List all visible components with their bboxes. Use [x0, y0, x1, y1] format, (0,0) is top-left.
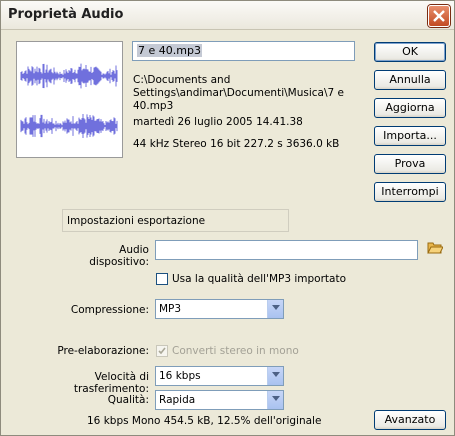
test-button[interactable]: Prova [374, 154, 446, 174]
bitrate-label: Velocità di trasferimento: [73, 371, 149, 395]
waveform-graphic [20, 63, 118, 138]
chevron-down-icon[interactable] [267, 391, 283, 409]
export-settings-header: Impostazioni esportazione [62, 209, 289, 232]
device-sound-input[interactable] [155, 240, 418, 260]
ok-button[interactable]: OK [374, 42, 446, 62]
stop-button[interactable]: Interrompi [374, 182, 446, 202]
folder-icon[interactable] [427, 240, 444, 257]
use-mp3-quality-checkbox[interactable] [156, 273, 168, 285]
convert-mono-label: Converti stereo in mono [172, 345, 299, 357]
update-button[interactable]: Aggiorna [374, 98, 446, 118]
bitrate-value: 16 kbps [159, 370, 201, 382]
convert-mono-checkbox[interactable] [156, 345, 168, 357]
filename-text: 7 e 40.mp3 [137, 44, 202, 57]
bitrate-select[interactable]: 16 kbps [155, 366, 284, 386]
file-path-line1: C:\Documents and [133, 74, 231, 86]
preprocess-label: Pre-elaborazione: [57, 345, 149, 357]
quality-value: Rapida [159, 394, 196, 406]
audio-properties-dialog: Proprietà Audio 7 e 40.mp3 C:\Documents … [0, 0, 455, 436]
compression-label: Compressione: [70, 304, 149, 316]
file-path-line2: Settings\andimar\Documenti\Musica\7 e [133, 87, 344, 99]
checkmark-icon [158, 347, 166, 355]
chevron-down-icon[interactable] [267, 300, 283, 318]
close-button[interactable] [428, 5, 450, 27]
title-bar[interactable]: Proprietà Audio [1, 1, 454, 30]
export-summary: 16 kbps Mono 454.5 kB, 12.5% dell'origin… [87, 415, 322, 427]
dialog-title: Proprietà Audio [8, 7, 124, 22]
compression-value: MP3 [159, 303, 182, 315]
quality-label: Qualità: [107, 394, 149, 406]
import-button[interactable]: Importa... [374, 126, 446, 146]
chevron-down-icon[interactable] [267, 367, 283, 385]
cancel-button[interactable]: Annulla [374, 70, 446, 90]
compression-select[interactable]: MP3 [155, 299, 284, 319]
file-format-info: 44 kHz Stereo 16 bit 227.2 s 3636.0 kB [133, 138, 340, 150]
quality-select[interactable]: Rapida [155, 390, 284, 410]
use-mp3-quality-label: Usa la qualità dell'MP3 importato [172, 273, 346, 285]
close-icon [433, 10, 445, 22]
waveform-preview [16, 41, 123, 158]
filename-field[interactable]: 7 e 40.mp3 [132, 41, 355, 61]
advanced-button[interactable]: Avanzato [374, 410, 446, 430]
file-date: martedì 26 luglio 2005 14.41.38 [133, 116, 303, 128]
file-path-line3: 40.mp3 [133, 100, 174, 112]
device-sound-label: Audio dispositivo: [89, 244, 149, 268]
